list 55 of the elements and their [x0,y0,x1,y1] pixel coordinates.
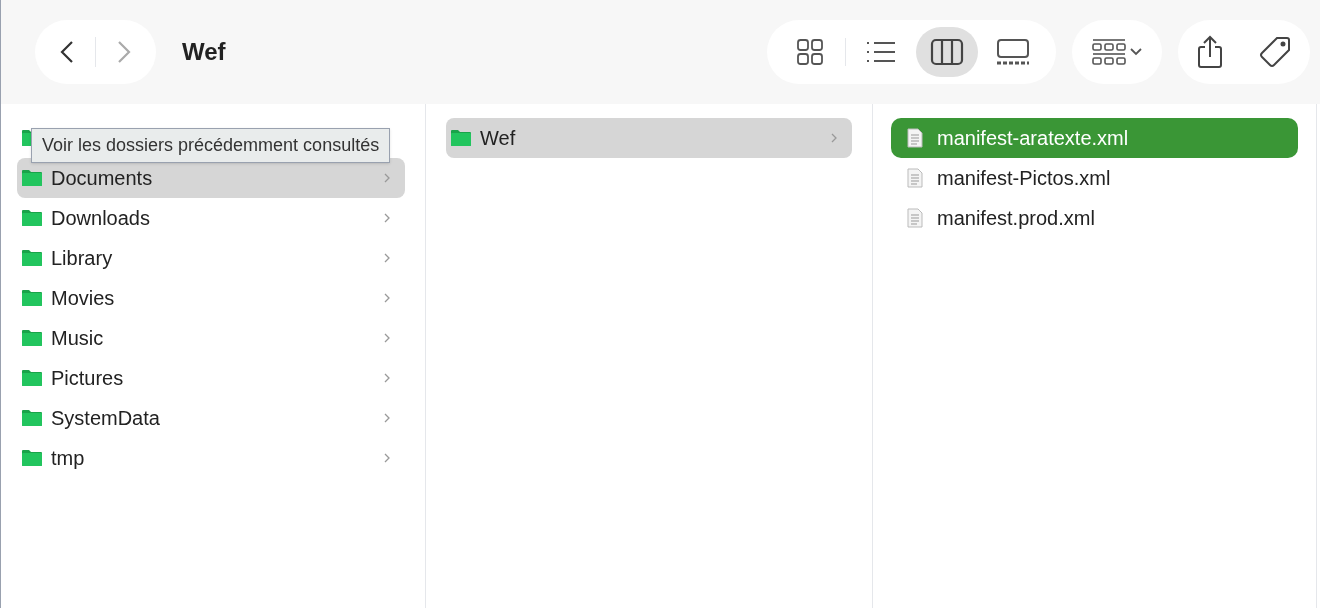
document-icon [907,128,923,148]
folder-row[interactable]: Downloads [17,198,405,238]
column-view-button[interactable] [916,27,978,77]
chevron-icon [383,252,391,264]
folder-row[interactable]: Pictures [17,358,405,398]
folder-icon [21,209,43,227]
folder-icon [21,409,43,427]
folder-name: tmp [51,446,86,471]
folder-name: Library [51,246,114,271]
chevron-icon [383,172,391,184]
columns-icon [930,38,964,66]
folder-icon [21,369,43,387]
folder-row[interactable]: Music [17,318,405,358]
document-icon [907,208,923,228]
tooltip: Voir les dossiers précédemment consultés [31,128,391,163]
file-name: manifest-aratexte.xml [937,126,1129,151]
folder-name: Documents [51,166,154,191]
folder-icon [21,169,43,187]
gallery-icon [995,38,1031,66]
tag-icon[interactable] [1258,35,1292,69]
file-row[interactable]: manifest-Pictos.xml [891,158,1298,198]
file-row[interactable]: manifest-aratexte.xml [891,118,1298,158]
folder-icon [450,129,472,147]
folder-name: Music [51,326,105,351]
grouping-icon [1092,38,1126,66]
chevron-icon [383,292,391,304]
chevron-icon [830,132,838,144]
folder-icon [21,289,43,307]
folder-icon [21,329,43,347]
chevron-icon [383,332,391,344]
share-icon[interactable] [1196,35,1224,69]
caret-icon [1130,48,1142,56]
folder-row[interactable]: tmp [17,438,405,478]
folder-icon [21,449,43,467]
window-title: Wef [182,37,226,67]
folder-row[interactable]: Movies [17,278,405,318]
folder-name: Wef [480,126,517,151]
chevron-icon [383,212,391,224]
folder-name: Pictures [51,366,125,391]
folder-row[interactable]: SystemData [17,398,405,438]
file-row[interactable]: manifest.prod.xml [891,198,1298,238]
chevron-icon [383,412,391,424]
file-name: manifest-Pictos.xml [937,166,1111,191]
chevron-icon [383,372,391,384]
document-icon [907,168,923,188]
folder-name: Movies [51,286,116,311]
list-icon [865,39,897,65]
folder-name: Downloads [51,206,151,231]
chevron-icon [383,452,391,464]
folder-row[interactable]: Wef [446,118,852,158]
grid-icon [796,38,824,66]
folder-icon [21,249,43,267]
folder-row[interactable]: Library [17,238,405,278]
folder-name: SystemData [51,406,161,431]
file-name: manifest.prod.xml [937,206,1095,231]
